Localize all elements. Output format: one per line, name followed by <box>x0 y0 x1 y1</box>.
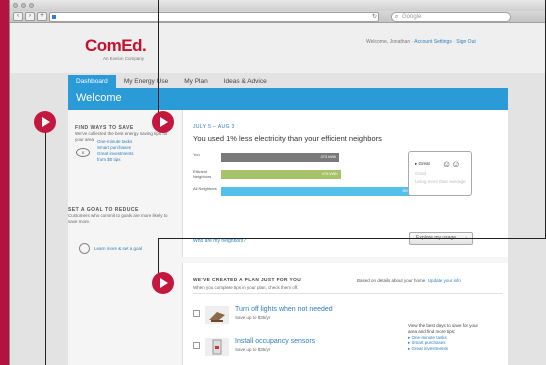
legend-great: ▸ Great <box>415 161 430 166</box>
callout-line <box>158 238 546 239</box>
based-on-text: Based on details about your home. <box>357 278 427 283</box>
tip-title[interactable]: Install occupancy sensors <box>235 338 315 345</box>
usage-bar: 473 kWh <box>221 153 340 162</box>
plan-card: WE'VE CREATED A PLAN JUST FOR YOU When y… <box>182 263 508 365</box>
lamp-image <box>205 306 229 324</box>
web-page: ComEd. An Exelon Company Welcome, Jonath… <box>10 23 546 365</box>
bar-value: 478 kWh <box>321 171 338 176</box>
tip-row: Turn off lights when not needed Save up … <box>193 306 393 328</box>
browser-window: ‹ › + ↻ ⌕ Google ComEd. An Exelon Compan… <box>9 0 546 365</box>
play-marker-icon[interactable] <box>152 272 174 294</box>
browser-search-input[interactable]: ⌕ Google <box>391 12 511 22</box>
goal-text: Customers who commit to goals are more l… <box>68 213 168 224</box>
tip-row: Install occupancy sensors Save up to $35… <box>193 338 393 360</box>
back-button[interactable]: ‹ <box>13 12 23 21</box>
reload-icon[interactable]: ↻ <box>372 13 377 20</box>
legend-great-label: Great <box>418 161 430 166</box>
bar-row-efficient-neighbors: Efficient Neighbors 478 kWh <box>193 169 398 181</box>
update-info-link[interactable]: Update your info <box>428 278 461 283</box>
best-days-link-label: One-minute tasks <box>411 334 447 340</box>
tab-my-energy-use[interactable]: My Energy Use <box>116 75 176 88</box>
smiley-faces-icon: ☺☺ <box>442 159 461 169</box>
zoom-window-icon[interactable] <box>29 3 34 8</box>
close-window-icon[interactable] <box>13 3 18 8</box>
bar-row-all-neighbors: All Neighbors 801 kWh <box>193 186 422 198</box>
search-icon: ⌕ <box>395 14 399 20</box>
favicon-icon <box>52 15 56 19</box>
best-days-panel: View the best days to save for your area… <box>408 323 488 352</box>
callout-line <box>45 122 46 365</box>
home-button[interactable]: + <box>37 12 47 21</box>
sensor-image <box>205 338 229 356</box>
address-bar[interactable] <box>49 12 379 22</box>
plan-subtext: When you complete tips in your plan, che… <box>193 285 299 290</box>
usage-bar: 478 kWh <box>221 170 341 179</box>
callout-line <box>158 0 159 124</box>
bar-value: 473 kWh <box>320 154 337 159</box>
bar-label: All Neighbors <box>193 186 217 191</box>
forward-button[interactable]: › <box>25 12 35 21</box>
tip-savings: Save up to $35/yr <box>235 347 271 352</box>
welcome-text: Welcome, Jonathan <box>366 39 411 45</box>
bar-row-you: You 473 kWh <box>193 152 398 164</box>
tip-title[interactable]: Turn off lights when not needed <box>235 306 333 313</box>
best-days-link-label: Great investments <box>411 346 449 352</box>
main-tabs: Dashboard My Energy Use My Plan Ideas & … <box>68 75 275 88</box>
tab-dashboard[interactable]: Dashboard <box>68 75 116 88</box>
tip-checkbox[interactable] <box>193 342 200 349</box>
logo-tagline: An Exelon Company <box>103 56 145 61</box>
find-ways-links: One-minute tasks Smart purchases Great i… <box>97 139 134 163</box>
usage-bar: 801 kWh <box>221 187 422 196</box>
set-goal-link[interactable]: Learn more & set a goal <box>94 246 142 252</box>
window-controls <box>13 3 34 8</box>
minimize-window-icon[interactable] <box>21 3 26 8</box>
target-icon <box>79 243 90 254</box>
tab-my-plan[interactable]: My Plan <box>176 75 215 88</box>
nav-buttons: ‹ › + <box>13 12 47 21</box>
browser-toolbar: ‹ › + ↻ ⌕ Google <box>10 11 546 23</box>
title-bar <box>10 0 546 11</box>
site-header: ComEd. An Exelon Company Welcome, Jonath… <box>10 23 546 73</box>
sign-out-link[interactable]: Sign Out <box>456 39 475 45</box>
bar-label: You <box>193 152 200 157</box>
date-range: JULY 5 – AUG 3 <box>193 124 235 130</box>
welcome-banner: Welcome <box>68 88 508 110</box>
divider <box>193 293 503 294</box>
account-settings-link[interactable]: Account Settings <box>414 39 452 45</box>
play-marker-icon[interactable] <box>34 111 56 133</box>
search-placeholder: Google <box>402 14 422 20</box>
separator: · <box>453 39 455 45</box>
plan-based-on: Based on details about your home. Update… <box>357 278 461 283</box>
separator: · <box>411 39 414 45</box>
neighbor-comparison-card: JULY 5 – AUG 3 You used 1% less electric… <box>182 110 508 257</box>
bar-label: Efficient Neighbors <box>193 169 212 179</box>
comed-logo[interactable]: ComEd. <box>85 36 147 56</box>
goal-link-row[interactable]: Learn more & set a goal <box>79 243 142 254</box>
comparison-headline: You used 1% less electricity than your e… <box>193 134 382 143</box>
legend-below: Using more than average <box>415 179 466 184</box>
tip-checkbox[interactable] <box>193 310 200 317</box>
account-links: Welcome, Jonathan · Account Settings · S… <box>366 39 476 45</box>
page-title: Welcome <box>76 92 122 104</box>
efficiency-legend: ▸ Great ☺☺ Good Using more than average <box>408 151 472 196</box>
link-great-investments[interactable]: ▸ Great investments <box>408 346 488 352</box>
link-all-tips[interactable]: from $0 tips <box>97 157 134 163</box>
legend-good: Good <box>415 171 427 176</box>
goal-section: SET A GOAL TO REDUCE Customers who commi… <box>68 207 173 225</box>
tab-ideas-advice[interactable]: Ideas & Advice <box>216 75 275 88</box>
tips-icon: $ <box>76 148 90 157</box>
best-days-text: View the best days to save for your area… <box>408 323 478 334</box>
tip-savings: Save up to $35/yr <box>235 315 271 320</box>
best-days-link-label: Smart purchases <box>411 340 446 346</box>
play-marker-icon[interactable] <box>152 111 174 133</box>
plan-heading: WE'VE CREATED A PLAN JUST FOR YOU <box>193 278 302 283</box>
